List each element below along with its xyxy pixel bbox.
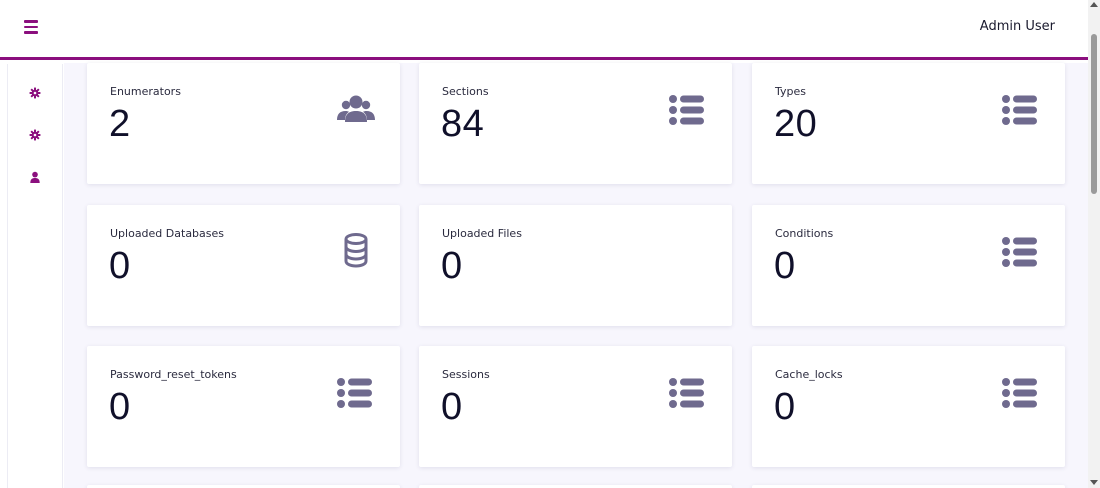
card-value: 0	[774, 386, 796, 428]
card-enumerators[interactable]: Enumerators 2	[87, 63, 400, 184]
gear-icon[interactable]	[29, 87, 41, 99]
card-uploaded-databases[interactable]: Uploaded Databases 0	[87, 205, 400, 326]
users-icon	[337, 95, 375, 122]
dashboard-content: Enumerators 2 Sections 84 Types 20 Uploa…	[64, 63, 1088, 488]
list-icon	[1002, 378, 1037, 408]
card-value: 0	[109, 245, 131, 287]
scroll-up-arrow-icon[interactable]	[1090, 2, 1098, 7]
card-value: 20	[774, 103, 818, 145]
card-sessions[interactable]: Sessions 0	[419, 346, 732, 467]
card-types[interactable]: Types 20	[752, 63, 1065, 184]
card-title: Cache_locks	[775, 368, 843, 381]
top-bar: Admin User	[0, 0, 1088, 60]
card-title: Sessions	[442, 368, 490, 381]
card-sections[interactable]: Sections 84	[419, 63, 732, 184]
card-value: 2	[109, 103, 131, 145]
list-icon	[1002, 95, 1037, 125]
card-title: Types	[775, 85, 806, 98]
card-title: Conditions	[775, 227, 834, 240]
list-icon	[1002, 237, 1037, 267]
card-password-reset-tokens[interactable]: Password_reset_tokens 0	[87, 346, 400, 467]
page-scrollbar[interactable]	[1088, 0, 1100, 488]
card-value: 0	[441, 386, 463, 428]
sidebar	[7, 64, 63, 488]
card-title: Sections	[442, 85, 489, 98]
card-title: Uploaded Databases	[110, 227, 225, 240]
card-title: Enumerators	[110, 85, 181, 98]
card-title: Uploaded Files	[442, 227, 522, 240]
list-icon	[337, 378, 372, 408]
card-value: 84	[441, 103, 485, 145]
card-cache-locks[interactable]: Cache_locks 0	[752, 346, 1065, 467]
hamburger-icon[interactable]	[24, 20, 38, 34]
user-menu[interactable]: Admin User	[980, 19, 1055, 34]
card-title: Password_reset_tokens	[110, 368, 237, 381]
user-icon[interactable]	[29, 171, 41, 183]
card-conditions[interactable]: Conditions 0	[752, 205, 1065, 326]
scroll-down-arrow-icon[interactable]	[1090, 480, 1098, 485]
card-value: 0	[774, 245, 796, 287]
card-value: 0	[109, 386, 131, 428]
list-icon	[669, 95, 704, 125]
card-uploaded-files[interactable]: Uploaded Files 0	[419, 205, 732, 326]
list-icon	[669, 378, 704, 408]
card-value: 0	[441, 245, 463, 287]
database-icon	[344, 233, 368, 268]
gear-icon[interactable]	[29, 129, 41, 141]
scroll-thumb[interactable]	[1091, 34, 1097, 194]
